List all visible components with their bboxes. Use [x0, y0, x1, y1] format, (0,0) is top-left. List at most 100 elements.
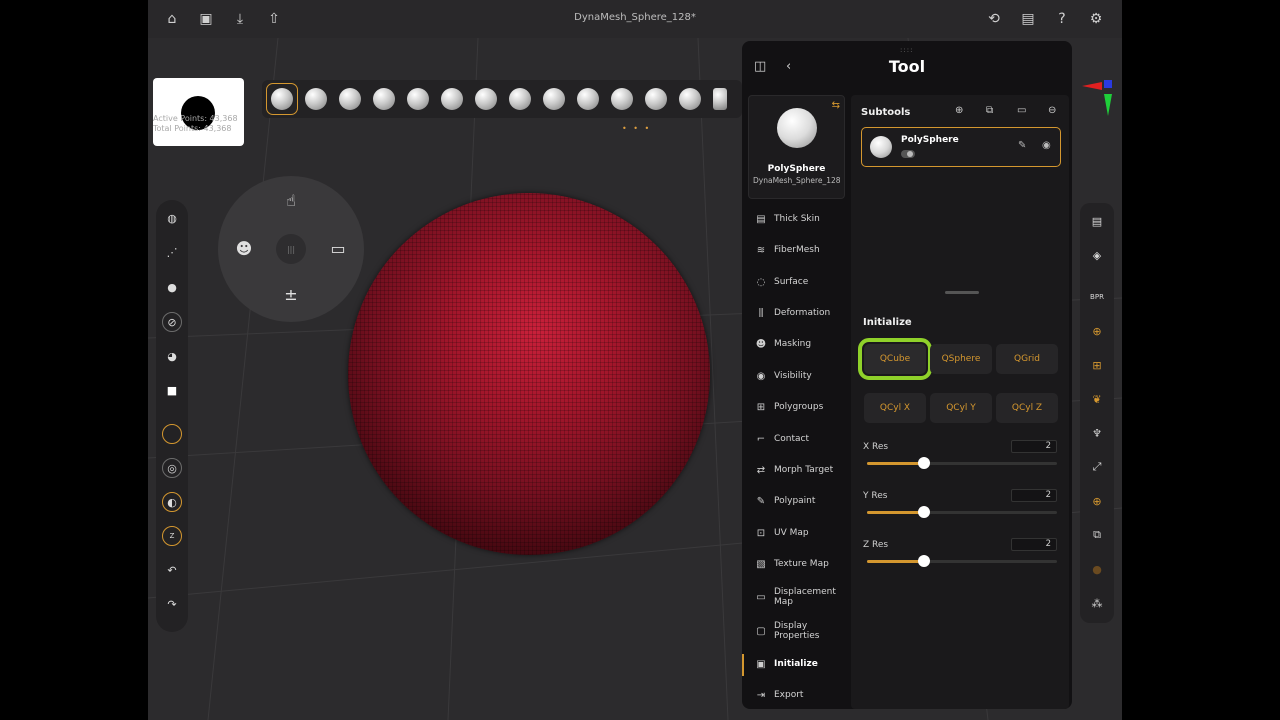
layers-icon[interactable]: ◈	[1087, 245, 1107, 265]
canvas-viewport[interactable]: Active Points: 43,368 Total Points: 43,3…	[148, 38, 1122, 720]
move-gizmo-icon[interactable]: ⊕	[1087, 321, 1107, 341]
x-res-slider[interactable]	[867, 457, 1057, 469]
more-options-icon[interactable]: ⊖	[1048, 105, 1056, 116]
menu-item-thick-skin[interactable]: ▤ Thick Skin	[748, 205, 845, 233]
stroke-icon[interactable]: ⋰	[162, 242, 182, 262]
brush-flatten-icon[interactable]	[645, 88, 667, 110]
bpr-icon[interactable]: BPR	[1087, 287, 1107, 307]
xyz-symmetry-icon[interactable]: ⊞	[1087, 355, 1107, 375]
y-res-knob[interactable]	[918, 506, 930, 518]
z-intensity-icon[interactable]: ◐	[162, 492, 182, 512]
pane-resize-handle[interactable]	[945, 291, 979, 294]
spotlight-icon[interactable]: ⁂	[1087, 593, 1107, 613]
qsphere-button[interactable]: QSphere	[930, 344, 992, 374]
panel-grip[interactable]: ::::	[900, 46, 913, 54]
menu-item-polygroups[interactable]: ⊞ Polygroups	[748, 393, 845, 421]
qcube-button[interactable]: QCube	[858, 338, 932, 380]
active-points: Active Points: 43,368	[153, 114, 238, 123]
settings-icon[interactable]: ⚙	[1086, 9, 1106, 29]
menu-item-export[interactable]: ⇥ Export	[748, 681, 845, 709]
menu-item-texture-map[interactable]: ▧ Texture Map	[748, 550, 845, 578]
menu-icon[interactable]: ▭	[320, 230, 356, 266]
brush-move-icon[interactable]	[339, 88, 361, 110]
focal-shift-icon[interactable]: ◎	[162, 458, 182, 478]
qcyly-button[interactable]: QCyl Y	[930, 393, 992, 423]
brush-pinch-icon[interactable]	[509, 88, 531, 110]
menu-item-contact[interactable]: ⌐ Contact	[748, 425, 845, 453]
red-sphere-mesh[interactable]	[348, 193, 710, 555]
x-res-fill	[867, 462, 924, 465]
menu-item-fibermesh[interactable]: ≋ FiberMesh	[748, 236, 845, 264]
z-res-value[interactable]: 2	[1011, 538, 1057, 551]
menu-item-display-properties[interactable]: ▢ Display Properties	[748, 614, 845, 648]
document-title: DynaMesh_Sphere_128*	[574, 12, 696, 23]
layout-icon[interactable]: ▤	[1018, 9, 1038, 29]
brush-damstandard-icon[interactable]	[441, 88, 463, 110]
z-res-knob[interactable]	[918, 555, 930, 567]
back-chevron-icon[interactable]: ‹	[786, 59, 791, 74]
brush-preview[interactable]	[153, 78, 244, 146]
menu-item-visibility[interactable]: ◉ Visibility	[748, 362, 845, 390]
material-icon[interactable]: ◕	[162, 346, 182, 366]
add-subtool-icon[interactable]: ⊕	[955, 105, 963, 116]
y-res-slider[interactable]	[867, 506, 1057, 518]
symmetry-icon[interactable]: ❦	[1087, 389, 1107, 409]
redo-icon[interactable]: ↷	[162, 594, 182, 614]
menu-item-initialize[interactable]: ▣ Initialize	[742, 650, 845, 678]
brush-standard-icon[interactable]	[305, 88, 327, 110]
radial-hub[interactable]: |||	[276, 234, 306, 264]
current-tool-card[interactable]: ⇆ PolySphere DynaMesh_Sphere_128	[748, 95, 845, 199]
color-swatch-icon[interactable]: ■	[162, 380, 182, 400]
menu-item-masking[interactable]: ☻ Masking	[748, 330, 845, 358]
clay-brush-icon[interactable]: ◍	[162, 208, 182, 228]
z-res-slider[interactable]	[867, 555, 1057, 567]
history-icon[interactable]: ⟲	[984, 9, 1004, 29]
qcylz-button[interactable]: QCyl Z	[996, 393, 1058, 423]
draw-size-icon[interactable]	[162, 424, 182, 444]
qcylx-button[interactable]: QCyl X	[864, 393, 926, 423]
brush-crease-icon[interactable]	[679, 88, 701, 110]
brush-claytubes-icon[interactable]	[475, 88, 497, 110]
x-res-knob[interactable]	[918, 457, 930, 469]
brush-inflate-icon[interactable]	[407, 88, 429, 110]
z-add-icon[interactable]: Z	[162, 526, 182, 546]
solo-icon[interactable]: ⧉	[1087, 525, 1107, 545]
brush-clay-icon[interactable]	[271, 88, 293, 110]
touch-icon[interactable]: ☝	[273, 182, 309, 218]
menu-item-displacement-map[interactable]: ▭ Displacement Map	[748, 580, 845, 614]
menu-item-uv-map[interactable]: ⊡ UV Map	[748, 519, 845, 547]
y-res-value[interactable]: 2	[1011, 489, 1057, 502]
qgrid-button[interactable]: QGrid	[996, 344, 1058, 374]
menu-item-polypaint[interactable]: ✎ Polypaint	[748, 487, 845, 515]
x-res-value[interactable]: 2	[1011, 440, 1057, 453]
brush-smooth-icon[interactable]	[373, 88, 395, 110]
axis-gizmo-icon[interactable]	[1070, 78, 1120, 123]
brush-hpolish-icon[interactable]	[577, 88, 599, 110]
menu-item-surface[interactable]: ◌ Surface	[748, 268, 845, 296]
alpha-icon[interactable]: ●	[162, 277, 182, 297]
texture-icon[interactable]: ⊘	[162, 312, 182, 332]
brush-lock-icon[interactable]: ✎	[1018, 140, 1026, 151]
swap-tool-icon[interactable]: ⇆	[832, 100, 840, 111]
brush-more-icon[interactable]	[713, 88, 727, 110]
duplicate-subtool-icon[interactable]: ⧉	[986, 105, 993, 116]
brush-trimdynamic-icon[interactable]	[543, 88, 565, 110]
eye-icon[interactable]: ◉	[1042, 140, 1051, 151]
mask-icon[interactable]: ☻	[226, 230, 262, 266]
transpose-icon[interactable]: ♆	[1087, 423, 1107, 443]
brush-snakehook-icon[interactable]	[611, 88, 633, 110]
subtool-item[interactable]: PolySphere ✎ ◉	[861, 127, 1061, 167]
help-icon[interactable]: ?	[1052, 9, 1072, 29]
frame-icon[interactable]: ⤢	[1087, 457, 1107, 477]
local-icon[interactable]: ⊕	[1087, 491, 1107, 511]
tool-subtitle: DynaMesh_Sphere_128	[753, 176, 841, 185]
undo-icon[interactable]: ↶	[162, 560, 182, 580]
sidebar-toggle-icon[interactable]: ◫	[754, 59, 766, 74]
plus-minus-icon[interactable]: ±	[273, 276, 309, 312]
material-ball-icon[interactable]: ●	[1087, 559, 1107, 579]
menu-item-deformation[interactable]: ⫼ Deformation	[748, 299, 845, 327]
folder-icon[interactable]: ▭	[1017, 105, 1026, 116]
tool-thumbnail	[777, 108, 817, 148]
tool-palette-icon[interactable]: ▤	[1087, 211, 1107, 231]
menu-item-morph-target[interactable]: ⇄ Morph Target	[748, 456, 845, 484]
